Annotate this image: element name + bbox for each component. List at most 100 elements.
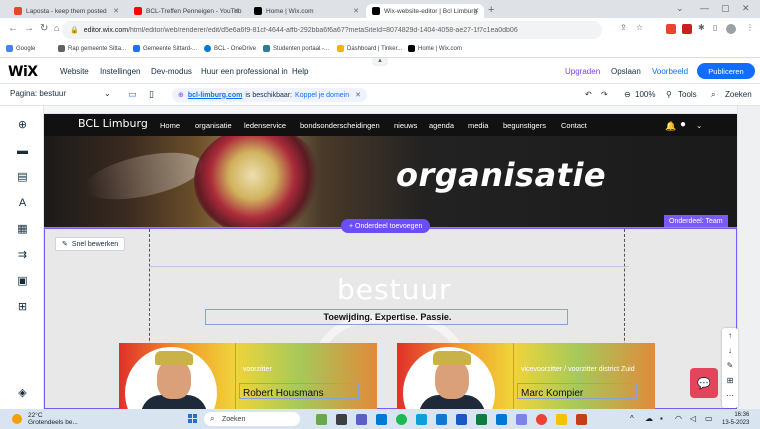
maximize-icon[interactable]: ▢	[721, 3, 730, 14]
share-icon[interactable]: ⇪	[620, 23, 627, 32]
member-photo[interactable]	[403, 347, 495, 409]
site-brand[interactable]: BCL Limburg	[78, 117, 148, 130]
browser-tab-3[interactable]: Home | Wix.com ✕	[248, 4, 364, 18]
powerpoint-icon[interactable]	[576, 414, 587, 425]
redo-icon[interactable]: ↷	[601, 90, 608, 99]
bookmark-star-icon[interactable]: ☆	[636, 23, 643, 32]
collapse-toolbar-icon[interactable]: ▲	[372, 58, 388, 66]
windows-start-icon[interactable]	[188, 414, 198, 424]
close-icon[interactable]: ✕	[353, 7, 359, 15]
menu-hire-pro[interactable]: Huur een professional in	[201, 67, 288, 76]
reload-icon[interactable]: ↻	[40, 23, 48, 34]
page-selector[interactable]: Pagina: bestuur	[10, 89, 66, 98]
editor-canvas[interactable]: BCL Limburg Home organisatie ledenservic…	[44, 106, 737, 409]
browser-tab-2[interactable]: BCL-Treffen Penneigen - YouTub ✕	[128, 4, 244, 18]
business-icon[interactable]: ⇉	[17, 250, 28, 261]
nav-bondsonderscheidingen[interactable]: bondsonderscheidingen	[300, 121, 380, 130]
slogan-box[interactable]: Toewijding. Expertise. Passie.	[205, 309, 568, 325]
browser-tab-4[interactable]: Wix-website-editor | Bcl Limburg ✕	[366, 4, 484, 18]
bookmark-item[interactable]: Gemeente Sittard-...	[133, 45, 197, 52]
app-icon[interactable]	[436, 414, 447, 425]
chat-icon[interactable]: 💬	[690, 368, 718, 398]
more-menu-icon[interactable]: ⋮	[746, 23, 754, 32]
menu-dev-mode[interactable]: Dev-modus	[151, 67, 192, 76]
grid-icon[interactable]: ⊞	[722, 373, 738, 388]
menu-website[interactable]: Website	[60, 67, 89, 76]
sidebar-icon[interactable]: ▯	[713, 23, 717, 32]
tray-icon[interactable]: ▪	[660, 414, 663, 423]
extension-icon[interactable]	[682, 24, 692, 34]
nav-organisatie[interactable]: organisatie	[195, 121, 232, 130]
chrome-icon[interactable]	[536, 414, 547, 425]
app-icon[interactable]	[516, 414, 527, 425]
add-elements-icon[interactable]: ⊕	[17, 120, 28, 131]
bell-icon[interactable]: 🔔	[665, 121, 676, 132]
nav-agenda[interactable]: agenda	[429, 121, 454, 130]
app-icon[interactable]	[316, 414, 327, 425]
site-header[interactable]: BCL Limburg Home organisatie ledenservic…	[44, 114, 737, 136]
nav-nieuws[interactable]: nieuws	[394, 121, 417, 130]
minimize-icon[interactable]: —	[700, 3, 709, 13]
nav-ledenservice[interactable]: ledenservice	[244, 121, 286, 130]
nav-contact[interactable]: Contact	[561, 121, 587, 130]
new-tab-button[interactable]: +	[488, 4, 494, 16]
team-member-card[interactable]: voorzitter Robert Housmans	[119, 343, 377, 409]
zoom-level[interactable]: 100%	[635, 90, 655, 99]
excel-icon[interactable]	[476, 414, 487, 425]
taskbar-search[interactable]: ⌕ Zoeken	[204, 412, 300, 426]
upgrade-button[interactable]: Upgraden	[565, 67, 600, 76]
apps-icon[interactable]: ▦	[17, 224, 28, 235]
url-input[interactable]: 🔒 editor.wix.com /html/editor/web/render…	[62, 21, 602, 39]
member-role[interactable]: voorzitter	[243, 366, 272, 373]
tab-search-icon[interactable]: ⌄	[676, 3, 684, 14]
member-name[interactable]: Marc Kompier	[521, 388, 583, 399]
member-name[interactable]: Robert Housmans	[243, 388, 324, 399]
team-section[interactable]: ✎ Snel bewerken bestuur Toewijding. Expe…	[44, 228, 737, 409]
battery-icon[interactable]: ▭	[705, 414, 713, 423]
profile-avatar[interactable]	[726, 24, 736, 34]
forward-icon[interactable]: →	[24, 23, 34, 34]
publish-button[interactable]: Publiceren	[697, 63, 755, 79]
app-icon[interactable]	[376, 414, 387, 425]
close-icon[interactable]: ✕	[355, 91, 361, 99]
task-view-icon[interactable]	[336, 414, 347, 425]
pencil-icon[interactable]: ✎	[722, 358, 738, 373]
chevron-down-icon[interactable]: ⌄	[104, 89, 111, 98]
bookmark-item[interactable]: BCL - OneDrive	[204, 45, 256, 52]
browser-tab-1[interactable]: Laposta - keep them posted ✕	[8, 4, 124, 18]
hero-title[interactable]: organisatie	[396, 156, 606, 194]
hero-section[interactable]: organisatie	[44, 136, 737, 228]
window-close-icon[interactable]: ✕	[742, 3, 750, 14]
section-label[interactable]: Onderdeel: Team	[664, 215, 728, 227]
tray-icon[interactable]: ☁	[645, 414, 653, 423]
edge-icon[interactable]	[416, 414, 427, 425]
add-section-button[interactable]: + Onderdeel toevoegen	[341, 219, 431, 233]
file-explorer-icon[interactable]	[556, 414, 567, 425]
home-icon[interactable]: ⌂	[54, 23, 59, 33]
sections-icon[interactable]: ▬	[17, 146, 28, 157]
chevron-up-icon[interactable]: ^	[630, 414, 634, 423]
media-icon[interactable]: ▣	[17, 276, 28, 287]
arrow-down-icon[interactable]: ↓	[722, 343, 738, 358]
account-icon[interactable]: ●	[680, 119, 686, 130]
bookmark-item[interactable]: Dashboard | Tinker...	[337, 45, 402, 52]
bookmark-item[interactable]: Studenten portaal -...	[263, 45, 329, 52]
back-icon[interactable]: ←	[8, 23, 18, 34]
nav-home[interactable]: Home	[160, 121, 180, 130]
spotify-icon[interactable]	[396, 414, 407, 425]
pages-icon[interactable]: ▤	[17, 172, 28, 183]
connect-domain-link[interactable]: Koppel je domein	[295, 92, 349, 99]
preview-button[interactable]: Voorbeeld	[652, 67, 688, 76]
search-button[interactable]: Zoeken	[725, 90, 752, 99]
member-role[interactable]: vicevoorzitter / voorzitter district Zui…	[521, 366, 635, 373]
close-icon[interactable]: ✕	[473, 7, 479, 15]
desktop-view-icon[interactable]: ▭	[128, 89, 137, 100]
menu-help[interactable]: Help	[292, 67, 308, 76]
teams-icon[interactable]	[356, 414, 367, 425]
design-icon[interactable]: A	[17, 198, 28, 209]
bookmark-item[interactable]: Rap gemeente Sitta...	[58, 45, 126, 52]
cms-icon[interactable]: ⊞	[17, 302, 28, 313]
extension-icon[interactable]	[666, 24, 676, 34]
close-icon[interactable]: ✕	[113, 7, 119, 15]
volume-icon[interactable]: ◁	[690, 414, 696, 423]
